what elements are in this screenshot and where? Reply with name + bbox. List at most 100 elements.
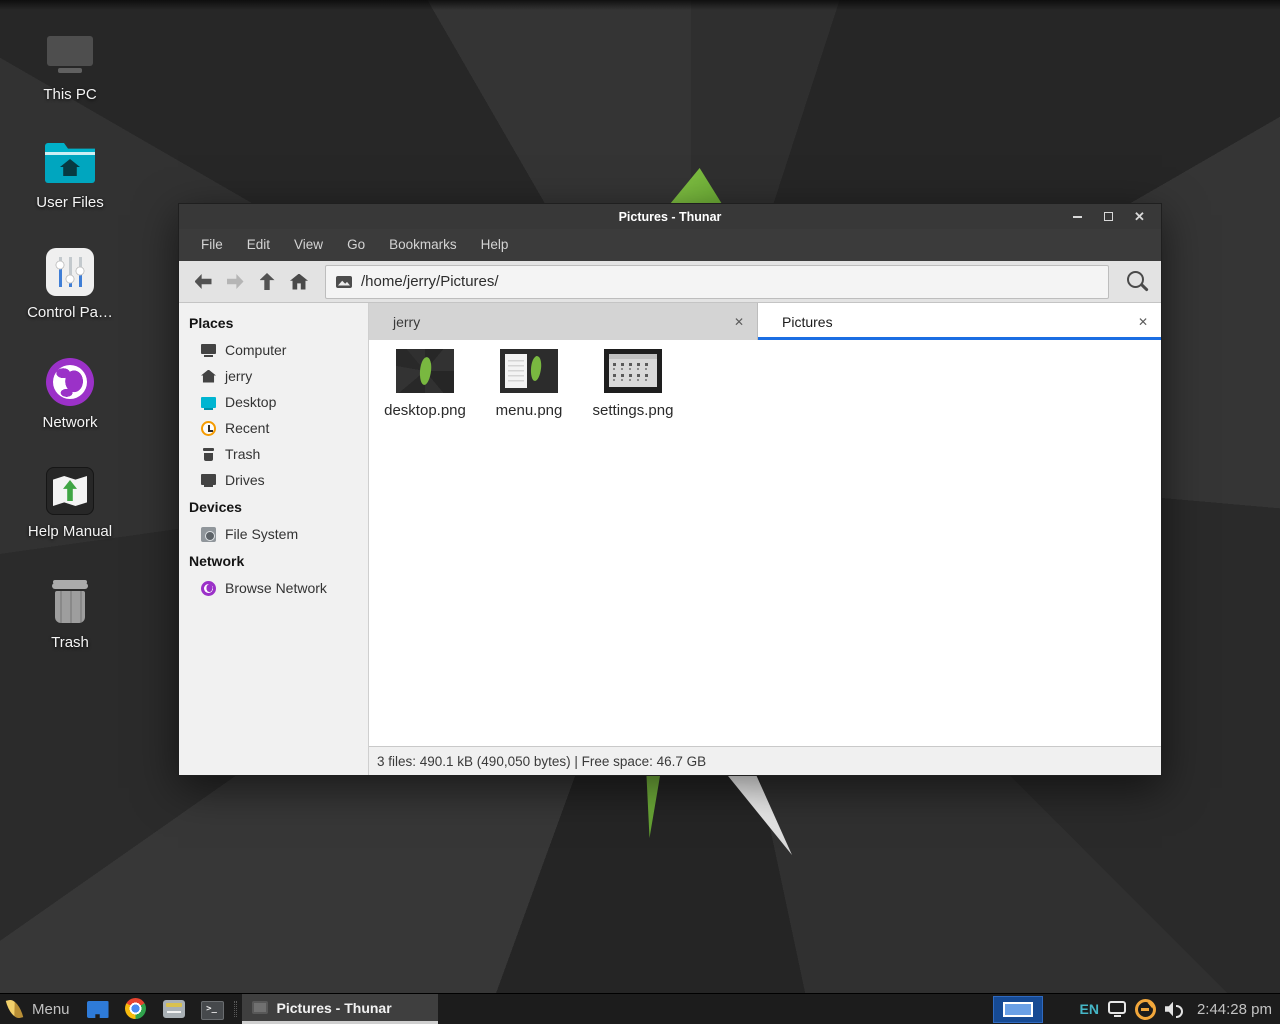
display-tray-icon[interactable] bbox=[1108, 1001, 1126, 1014]
sidebar-row-label: Places bbox=[189, 315, 233, 331]
menu-item[interactable]: Bookmarks bbox=[377, 229, 469, 261]
file-list[interactable]: desktop.png menu.png settings.png bbox=[369, 340, 1161, 746]
menu-button[interactable]: Menu bbox=[32, 1001, 70, 1018]
sidebar-row[interactable]: File System bbox=[179, 521, 368, 547]
menubar: File Edit View Go Bookmarks Help bbox=[179, 229, 1161, 261]
active-workspace bbox=[1003, 1002, 1033, 1017]
path-bar[interactable]: /home/jerry/Pictures/ bbox=[325, 265, 1109, 299]
window-title: Pictures - Thunar bbox=[619, 210, 722, 224]
wallpaper-feather-tip bbox=[670, 168, 722, 204]
desktop-icon-user-files[interactable]: User Files bbox=[16, 134, 124, 211]
tab[interactable]: jerry ✕ bbox=[369, 303, 758, 340]
main-pane: jerry ✕ Pictures ✕ deskto bbox=[369, 303, 1161, 775]
workspace-switcher[interactable] bbox=[993, 996, 1043, 1023]
sidebar-row-label: Devices bbox=[189, 499, 242, 515]
sidebar-row-label: Desktop bbox=[225, 394, 276, 410]
taskbar-window-button[interactable]: Pictures - Thunar bbox=[242, 994, 438, 1024]
sidebar: Places Computer jerry Desktop bbox=[179, 303, 369, 775]
archive-manager-icon[interactable] bbox=[162, 997, 186, 1021]
tab-close-icon[interactable]: ✕ bbox=[1138, 315, 1148, 329]
tab-close-icon[interactable]: ✕ bbox=[734, 315, 744, 329]
up-button[interactable] bbox=[251, 266, 283, 298]
file-item[interactable]: menu.png bbox=[481, 349, 577, 419]
sidebar-row[interactable]: jerry bbox=[179, 363, 368, 389]
sidebar-row[interactable]: Trash bbox=[179, 441, 368, 467]
quick-launchers: >_ bbox=[86, 997, 224, 1021]
menu-item[interactable]: Help bbox=[469, 229, 521, 261]
sidebar-row: Network bbox=[179, 547, 368, 575]
file-name: desktop.png bbox=[384, 402, 466, 419]
minimize-button[interactable] bbox=[1062, 204, 1093, 229]
sidebar-row-icon bbox=[200, 394, 217, 411]
menu-item[interactable]: View bbox=[282, 229, 335, 261]
file-item[interactable]: desktop.png bbox=[377, 349, 473, 419]
sidebar-row: Places bbox=[179, 309, 368, 337]
menu-feather-icon[interactable] bbox=[6, 998, 23, 1021]
tab[interactable]: Pictures ✕ bbox=[758, 303, 1161, 340]
tab-label: jerry bbox=[393, 314, 420, 330]
sidebar-row-label: jerry bbox=[225, 368, 252, 384]
status-text: 3 files: 490.1 kB (490,050 bytes) | Free… bbox=[377, 754, 706, 769]
sidebar-row[interactable]: Drives bbox=[179, 467, 368, 493]
maximize-button[interactable] bbox=[1093, 204, 1124, 229]
file-name: menu.png bbox=[496, 402, 563, 419]
menu-item[interactable]: Edit bbox=[235, 229, 282, 261]
sidebar-row-label: Drives bbox=[225, 472, 265, 488]
sidebar-row-label: Recent bbox=[225, 420, 269, 436]
file-thumbnail bbox=[500, 349, 558, 393]
sidebar-row-icon bbox=[200, 420, 217, 437]
status-bar: 3 files: 490.1 kB (490,050 bytes) | Free… bbox=[369, 746, 1161, 775]
sidebar-row-icon bbox=[200, 472, 217, 489]
clock[interactable]: 2:44:28 pm bbox=[1197, 1001, 1272, 1018]
sidebar-row-icon bbox=[200, 580, 217, 597]
desktop-icon-art bbox=[45, 34, 95, 74]
sidebar-row-label: Computer bbox=[225, 342, 286, 358]
desktop-icon-art bbox=[46, 358, 94, 406]
wallpaper-feather-edge bbox=[645, 776, 660, 838]
menu-item[interactable]: File bbox=[189, 229, 235, 261]
menu-item[interactable]: Go bbox=[335, 229, 377, 261]
desktop-icon-art bbox=[45, 141, 95, 183]
desktop-icon-trash[interactable]: Trash bbox=[16, 574, 124, 651]
keyboard-layout-indicator[interactable]: EN bbox=[1079, 1001, 1098, 1017]
chrome-icon[interactable] bbox=[124, 997, 148, 1021]
file-item[interactable]: settings.png bbox=[585, 349, 681, 419]
desktop-icon-control-panel[interactable]: Control Pa… bbox=[16, 244, 124, 321]
desktop-icon-label: Help Manual bbox=[16, 523, 124, 540]
sidebar-row: Devices bbox=[179, 493, 368, 521]
sidebar-row[interactable]: Recent bbox=[179, 415, 368, 441]
file-name: settings.png bbox=[593, 402, 674, 419]
sidebar-row[interactable]: Browse Network bbox=[179, 575, 368, 601]
file-thumbnail bbox=[604, 349, 662, 393]
desktop-icon-network[interactable]: Network bbox=[16, 354, 124, 431]
taskbar-window-label: Pictures - Thunar bbox=[277, 1000, 392, 1016]
update-notifier-icon[interactable] bbox=[1135, 999, 1156, 1020]
file-thumbnail bbox=[396, 349, 454, 393]
titlebar[interactable]: Pictures - Thunar ✕ bbox=[179, 204, 1161, 229]
sidebar-row-icon bbox=[200, 342, 217, 359]
forward-button[interactable] bbox=[219, 266, 251, 298]
file-manager-icon[interactable] bbox=[86, 997, 110, 1021]
sidebar-row-label: Trash bbox=[225, 446, 260, 462]
forward-icon bbox=[227, 274, 244, 289]
close-button[interactable]: ✕ bbox=[1124, 204, 1155, 229]
sidebar-row-label: Network bbox=[189, 553, 244, 569]
back-button[interactable] bbox=[187, 266, 219, 298]
desktop-icon-label: Control Pa… bbox=[16, 304, 124, 321]
volume-icon[interactable] bbox=[1165, 1002, 1185, 1017]
sidebar-row[interactable]: Desktop bbox=[179, 389, 368, 415]
sidebar-row-label: File System bbox=[225, 526, 298, 542]
terminal-icon[interactable]: >_ bbox=[200, 997, 224, 1021]
system-tray: EN 2:44:28 pm bbox=[1079, 999, 1280, 1020]
up-icon bbox=[260, 273, 275, 290]
sidebar-row[interactable]: Computer bbox=[179, 337, 368, 363]
home-button[interactable] bbox=[283, 266, 315, 298]
window-controls: ✕ bbox=[1062, 204, 1155, 229]
search-button[interactable] bbox=[1119, 265, 1153, 299]
desktop-icon-help-manual[interactable]: Help Manual bbox=[16, 463, 124, 540]
sidebar-row-label: Browse Network bbox=[225, 580, 327, 596]
taskbar-separator bbox=[234, 1001, 237, 1017]
desktop-icon-art bbox=[48, 579, 92, 625]
desktop-icon-label: User Files bbox=[16, 194, 124, 211]
desktop-icon-this-pc[interactable]: This PC bbox=[16, 26, 124, 103]
